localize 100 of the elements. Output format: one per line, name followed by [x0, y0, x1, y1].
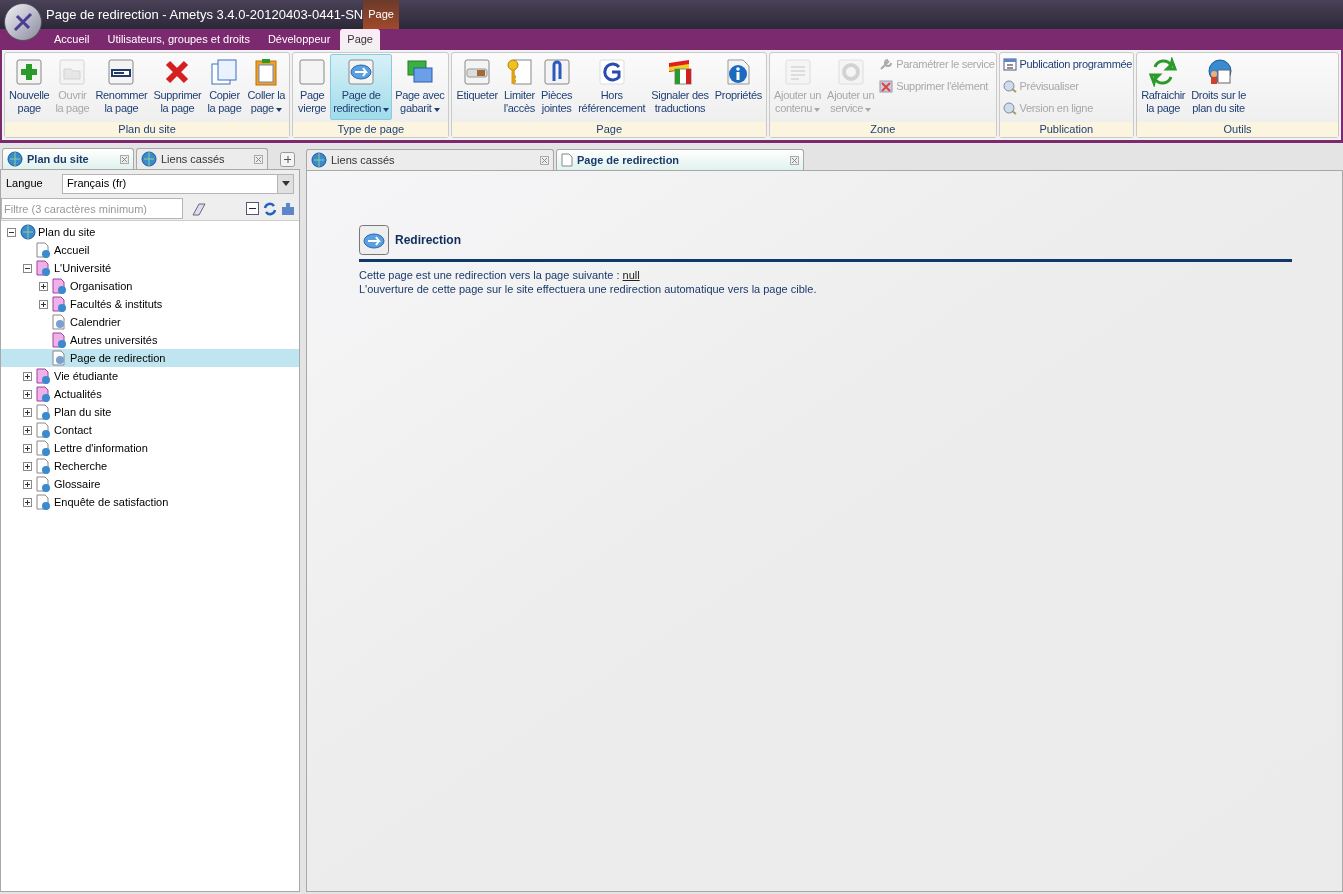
expand-toggle-icon[interactable]	[39, 299, 48, 309]
plus-icon	[14, 57, 45, 87]
folder-icon	[57, 57, 88, 87]
ribbon-button[interactable]: Droits sur le plan du site	[1188, 54, 1249, 120]
ribbon-button[interactable]: Rafraichir la page	[1138, 54, 1189, 120]
calendar-icon	[1002, 57, 1017, 71]
ribbon-button[interactable]: Pièces jointes	[538, 54, 576, 120]
refresh-icon	[1148, 57, 1179, 87]
page-icon	[36, 440, 52, 456]
ribbon-button[interactable]: Coller la page	[244, 54, 289, 120]
expand-toggle-icon[interactable]	[23, 389, 32, 399]
globe-icon	[141, 151, 157, 167]
filter-field[interactable]: Filtre (3 caractères minimum)	[1, 198, 183, 219]
ribbon-button[interactable]: Page vierge	[294, 54, 331, 120]
globe-icon	[7, 151, 23, 167]
close-icon[interactable]	[790, 155, 799, 165]
tree-row[interactable]: Vie étudiante	[1, 367, 299, 385]
copy-icon	[209, 57, 240, 87]
menu-tab[interactable]: Utilisateurs, groupes et droits	[99, 29, 258, 50]
tree-row[interactable]: Facultés & instituts	[1, 295, 299, 313]
ribbon-button[interactable]: Nouvelle page	[6, 54, 53, 120]
tree-row[interactable]: L'Université	[1, 259, 299, 277]
close-icon[interactable]	[254, 154, 263, 164]
section-page-icon	[52, 296, 68, 312]
redirect-explanation: L'ouverture de cette page sur le site effectuera une redirection automatique vers la page cible.	[359, 282, 818, 296]
refresh-icon[interactable]	[263, 201, 277, 216]
section-heading: Redirection	[395, 232, 461, 249]
page-icon	[36, 494, 52, 510]
tag-icon	[462, 57, 493, 87]
paperclip-icon	[541, 57, 572, 87]
tree-row[interactable]: Plan du site	[1, 403, 299, 421]
target-page-link[interactable]: null	[622, 269, 640, 281]
panel-tab[interactable]: Liens cassés	[136, 148, 268, 169]
ribbon-group-title: Zone	[769, 122, 996, 137]
eraser-icon[interactable]	[191, 201, 207, 216]
language-dropdown[interactable]: Français (fr)	[62, 173, 294, 194]
key-icon	[504, 57, 535, 87]
menu-tab[interactable]: Page	[340, 29, 380, 50]
panel-tab[interactable]: Plan du site	[2, 148, 134, 169]
ribbon-group-title: Page	[452, 122, 766, 137]
menu-tab[interactable]: Accueil	[46, 29, 98, 50]
tree-row[interactable]: Organisation	[1, 277, 299, 295]
expand-toggle-icon[interactable]	[23, 443, 32, 453]
tree-row[interactable]: Page de redirection	[1, 349, 299, 367]
ribbon-button[interactable]: Etiqueter	[453, 54, 501, 120]
expand-toggle-icon[interactable]	[23, 425, 32, 435]
page-icon	[36, 476, 52, 492]
ribbon-button[interactable]: Copier la page	[204, 54, 245, 120]
tree-row[interactable]: Lettre d'information	[1, 439, 299, 457]
expand-toggle-icon[interactable]	[23, 407, 32, 417]
tree-row[interactable]: Recherche	[1, 457, 299, 475]
ribbon-button[interactable]: Propriétés	[711, 54, 765, 120]
section-page-icon	[36, 368, 52, 384]
expand-toggle-icon[interactable]	[23, 479, 32, 489]
ribbon-button[interactable]: Page de redirection	[330, 54, 393, 120]
expand-toggle-icon[interactable]	[23, 497, 32, 507]
page-icon	[36, 242, 52, 258]
section-page-icon	[52, 278, 68, 294]
section-page-icon	[36, 260, 52, 276]
page-icon	[36, 458, 52, 474]
panel-tab[interactable]: Liens cassés	[306, 149, 554, 170]
ribbon-button[interactable]: Renommer la page	[92, 54, 151, 120]
expand-toggle-icon[interactable]	[23, 371, 32, 381]
expand-toggle-icon[interactable]	[39, 281, 48, 291]
expand-toggle-icon[interactable]	[23, 461, 32, 471]
wrench-icon	[879, 57, 894, 71]
redirect-page-icon	[52, 350, 68, 366]
letter-g-icon	[596, 57, 627, 87]
panel-tab[interactable]: Page de redirection	[556, 149, 804, 170]
tree-row[interactable]: Plan du site	[1, 223, 299, 241]
tree-row[interactable]: Autres universités	[1, 331, 299, 349]
tree-row[interactable]: Actualités	[1, 385, 299, 403]
redirect-page-icon	[52, 314, 68, 330]
ribbon-button[interactable]: Hors référencement	[575, 54, 649, 120]
magnifier-icon	[1002, 79, 1017, 93]
collapse-all-icon[interactable]	[246, 202, 259, 215]
section-page-icon	[36, 386, 52, 402]
app-logo-icon[interactable]	[4, 3, 42, 41]
tree-row[interactable]: Accueil	[1, 241, 299, 259]
menu-tab[interactable]: Développeur	[259, 29, 339, 50]
collapse-toggle-icon[interactable]	[7, 227, 16, 237]
tree-row[interactable]: Enquête de satisfaction	[1, 493, 299, 511]
window-title: Page de redirection - Ametys 3.4.0-20120403-0441-SN	[46, 5, 364, 24]
tree-row[interactable]: Calendrier	[1, 313, 299, 331]
delete-icon	[879, 79, 894, 93]
globe-icon	[311, 152, 327, 168]
ribbon-button[interactable]: Limiter l'accès	[500, 54, 538, 120]
gear-icon	[835, 57, 866, 87]
ribbon-group-title: Outils	[1137, 122, 1338, 137]
tree-row[interactable]: Glossaire	[1, 475, 299, 493]
rename-icon	[106, 57, 137, 87]
ribbon-button[interactable]: Page avec gabarit	[392, 54, 448, 120]
tree-row[interactable]: Contact	[1, 421, 299, 439]
ribbon-button[interactable]: Publication programmée	[1002, 55, 1133, 73]
ribbon-button[interactable]: Supprimer la page	[150, 54, 205, 120]
close-icon[interactable]	[540, 155, 549, 165]
ribbon-button[interactable]: Signaler des traductions	[648, 54, 712, 120]
close-icon[interactable]	[120, 154, 129, 164]
section-page-icon	[52, 332, 68, 348]
collapse-toggle-icon[interactable]	[23, 263, 32, 273]
